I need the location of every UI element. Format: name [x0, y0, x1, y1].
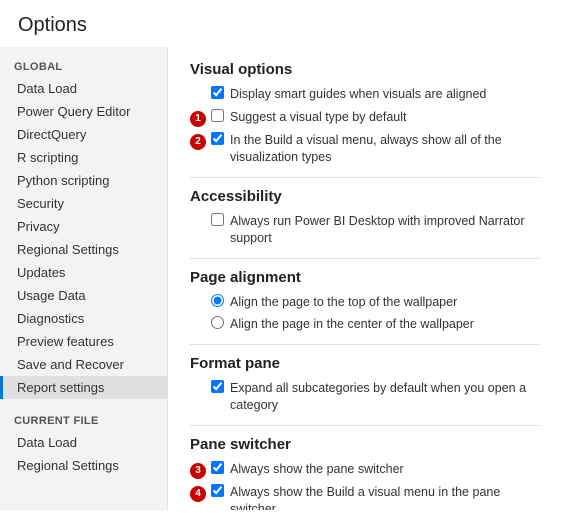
sidebar-item-usage-data[interactable]: Usage Data — [0, 284, 167, 307]
option-row: Display smart guides when visuals are al… — [190, 86, 539, 104]
section-title-1: Accessibility — [190, 188, 539, 205]
section-divider — [190, 177, 539, 178]
option-label: Align the page to the top of the wallpap… — [230, 294, 457, 312]
current-file-section-label: CURRENT FILE — [0, 407, 167, 431]
sidebar-item-security[interactable]: Security — [0, 192, 167, 215]
sidebar-item-regional-settings[interactable]: Regional Settings — [0, 238, 167, 261]
section-divider — [190, 344, 539, 345]
section-divider — [190, 258, 539, 259]
option-row: 1 Suggest a visual type by default — [190, 109, 539, 127]
sidebar-cf-item-regional-settings[interactable]: Regional Settings — [0, 454, 167, 477]
option-label: Display smart guides when visuals are al… — [230, 86, 486, 104]
page-title: Options — [0, 0, 561, 47]
checkbox-0-2[interactable] — [211, 132, 224, 145]
badge-3: 3 — [190, 463, 206, 479]
badge-2: 2 — [190, 134, 206, 150]
badge-4: 4 — [190, 486, 206, 502]
option-row: 3 Always show the pane switcher — [190, 461, 539, 479]
sidebar-item-report-settings[interactable]: Report settings — [0, 376, 167, 399]
option-row: Align the page to the top of the wallpap… — [190, 294, 539, 312]
section-divider — [190, 425, 539, 426]
section-title-4: Pane switcher — [190, 436, 539, 453]
sidebar-item-privacy[interactable]: Privacy — [0, 215, 167, 238]
checkbox-1-0[interactable] — [211, 213, 224, 226]
option-label: Align the page in the center of the wall… — [230, 316, 474, 334]
sidebar: GLOBAL Data LoadPower Query EditorDirect… — [0, 47, 168, 510]
option-label: Always run Power BI Desktop with improve… — [230, 213, 539, 248]
badge-1: 1 — [190, 111, 206, 127]
sidebar-item-directquery[interactable]: DirectQuery — [0, 123, 167, 146]
radio-2-1[interactable] — [211, 316, 224, 329]
option-label: Always show the pane switcher — [230, 461, 404, 479]
sidebar-item-preview-features[interactable]: Preview features — [0, 330, 167, 353]
option-row: Align the page in the center of the wall… — [190, 316, 539, 334]
option-label: Suggest a visual type by default — [230, 109, 407, 127]
sidebar-item-updates[interactable]: Updates — [0, 261, 167, 284]
section-title-3: Format pane — [190, 355, 539, 372]
sidebar-item-r-scripting[interactable]: R scripting — [0, 146, 167, 169]
sidebar-item-diagnostics[interactable]: Diagnostics — [0, 307, 167, 330]
radio-2-0[interactable] — [211, 294, 224, 307]
option-row: 4 Always show the Build a visual menu in … — [190, 484, 539, 511]
option-row: 2 In the Build a visual menu, always show… — [190, 132, 539, 167]
option-row: Expand all subcategories by default when… — [190, 380, 539, 415]
checkbox-0-0[interactable] — [211, 86, 224, 99]
checkbox-4-1[interactable] — [211, 484, 224, 497]
global-section-label: GLOBAL — [0, 53, 167, 77]
option-label: Expand all subcategories by default when… — [230, 380, 539, 415]
sidebar-item-power-query-editor[interactable]: Power Query Editor — [0, 100, 167, 123]
sidebar-item-save-and-recover[interactable]: Save and Recover — [0, 353, 167, 376]
sidebar-item-python-scripting[interactable]: Python scripting — [0, 169, 167, 192]
option-label: Always show the Build a visual menu in t… — [230, 484, 539, 511]
sidebar-cf-item-data-load[interactable]: Data Load — [0, 431, 167, 454]
sidebar-item-data-load[interactable]: Data Load — [0, 77, 167, 100]
checkbox-3-0[interactable] — [211, 380, 224, 393]
section-title-0: Visual options — [190, 61, 539, 78]
main-content: Visual options Display smart guides when … — [168, 47, 561, 510]
section-title-2: Page alignment — [190, 269, 539, 286]
checkbox-4-0[interactable] — [211, 461, 224, 474]
checkbox-0-1[interactable] — [211, 109, 224, 122]
option-row: Always run Power BI Desktop with improve… — [190, 213, 539, 248]
option-label: In the Build a visual menu, always show … — [230, 132, 539, 167]
